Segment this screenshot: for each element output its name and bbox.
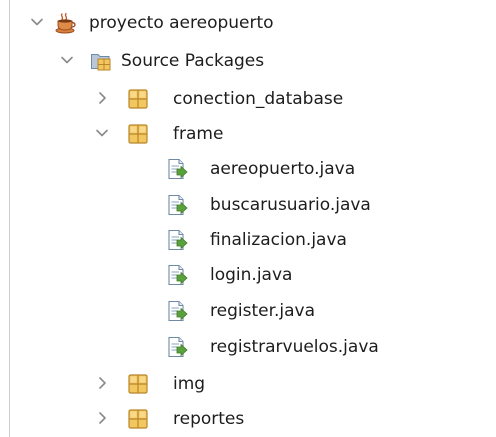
tree-node-label: proyecto aereopuerto — [89, 13, 274, 33]
chevron-right-icon[interactable] — [95, 91, 109, 105]
package-icon — [127, 373, 149, 395]
tree-node-java-file[interactable]: buscarusuario.java — [0, 188, 496, 222]
project-tree: proyecto aereopuerto Source Packages con… — [0, 0, 496, 437]
java-file-icon — [166, 336, 188, 358]
tree-node-label: conection_database — [173, 89, 344, 109]
chevron-right-icon[interactable] — [95, 376, 109, 390]
tree-node-package[interactable]: frame — [0, 117, 496, 151]
tree-node-label: finalizacion.java — [210, 230, 347, 250]
tree-node-java-file[interactable]: finalizacion.java — [0, 223, 496, 257]
tree-node-package[interactable]: reportes — [0, 402, 496, 436]
tree-node-label: frame — [173, 124, 224, 144]
source-folder-icon — [90, 50, 112, 72]
java-file-icon — [166, 264, 188, 286]
chevron-down-icon[interactable] — [60, 53, 74, 67]
package-icon — [127, 123, 149, 145]
tree-node-package[interactable]: img — [0, 367, 496, 401]
tree-node-label: reportes — [173, 409, 245, 429]
chevron-right-icon[interactable] — [95, 411, 109, 425]
package-icon — [127, 408, 149, 430]
coffee-cup-project-icon — [55, 12, 77, 34]
tree-node-source-packages[interactable]: Source Packages — [0, 44, 496, 78]
chevron-down-icon[interactable] — [95, 126, 109, 140]
tree-node-project[interactable]: proyecto aereopuerto — [0, 6, 496, 40]
tree-node-java-file[interactable]: aereopuerto.java — [0, 152, 496, 186]
tree-node-label: Source Packages — [121, 51, 265, 71]
chevron-down-icon[interactable] — [30, 15, 44, 29]
tree-node-label: aereopuerto.java — [210, 159, 356, 179]
tree-node-label: buscarusuario.java — [210, 195, 371, 215]
java-file-icon — [166, 229, 188, 251]
tree-node-java-file[interactable]: login.java — [0, 258, 496, 292]
java-file-icon — [166, 300, 188, 322]
tree-node-package[interactable]: conection_database — [0, 82, 496, 116]
tree-node-java-file[interactable]: register.java — [0, 294, 496, 328]
tree-node-label: register.java — [210, 301, 316, 321]
java-file-icon — [166, 158, 188, 180]
package-icon — [127, 88, 149, 110]
java-file-icon — [166, 194, 188, 216]
tree-node-label: img — [173, 374, 206, 394]
tree-node-label: login.java — [210, 265, 293, 285]
tree-node-java-file[interactable]: registrarvuelos.java — [0, 330, 496, 364]
tree-node-label: registrarvuelos.java — [210, 337, 379, 357]
